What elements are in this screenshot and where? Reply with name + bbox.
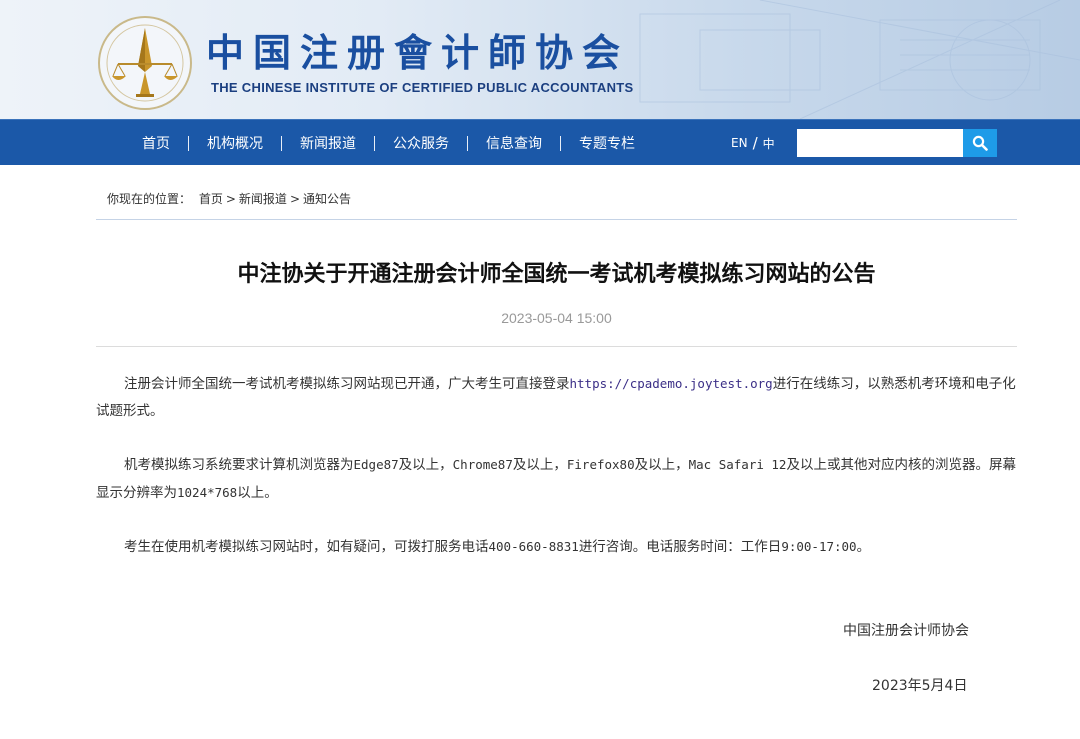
paragraph-text: 以上。 — [237, 485, 278, 501]
nav-item-public-services[interactable]: 公众服务 — [377, 133, 465, 153]
nav-list: 首页 机构概况 新闻报道 公众服务 信息查询 专题专栏 — [126, 120, 651, 166]
breadcrumb-separator: > — [225, 192, 236, 206]
paragraph-text: 及以上， — [634, 457, 689, 473]
paragraph-text: Edge87 — [353, 457, 399, 472]
search-button[interactable] — [963, 129, 997, 157]
site-header: 中国注册會计師协会 THE CHINESE INSTITUTE OF CERTI… — [0, 0, 1080, 119]
breadcrumb-separator: > — [289, 192, 300, 206]
nav-separator — [281, 135, 282, 151]
paragraph-text: 机考模拟练习系统要求计算机浏览器为 — [124, 457, 354, 473]
search-box — [797, 129, 997, 157]
brand-name-chinese: 中国注册會计師协会 — [206, 30, 630, 75]
main-navigation: 首页 机构概况 新闻报道 公众服务 信息查询 专题专栏 EN / 中 — [0, 119, 1080, 165]
brand-name-english: THE CHINESE INSTITUTE OF CERTIFIED PUBLI… — [211, 80, 634, 95]
breadcrumb-link-news[interactable]: 新闻报道 — [239, 192, 287, 206]
paragraph-text: 9:00-17:00 — [781, 539, 857, 554]
nav-item-news[interactable]: 新闻报道 — [284, 133, 372, 153]
paragraph-text: 。 — [856, 539, 871, 555]
breadcrumb-link-notices[interactable]: 通知公告 — [303, 192, 351, 206]
paragraph-text: 考生在使用机考模拟练习网站时，如有疑问，可拨打服务电话 — [124, 539, 489, 555]
article-body: 注册会计师全国统一考试机考模拟练习网站现已开通，广大考生可直接登录https:/… — [96, 370, 1017, 587]
lang-separator: / — [752, 134, 758, 152]
paragraph-text: 及以上， — [512, 457, 567, 473]
article-title: 中注协关于开通注册会计师全国统一考试机考模拟练习网站的公告 — [237, 262, 876, 287]
article-paragraph: 考生在使用机考模拟练习网站时，如有疑问，可拨打服务电话400-660-8831进… — [96, 533, 1017, 561]
nav-item-info-query[interactable]: 信息查询 — [470, 133, 558, 153]
paragraph-text: 400-660-8831 — [488, 539, 579, 554]
title-divider — [96, 346, 1017, 347]
search-input[interactable] — [797, 129, 963, 157]
cicpa-logo[interactable] — [96, 14, 194, 112]
breadcrumb-divider — [96, 219, 1017, 220]
practice-site-link[interactable]: https://cpademo.joytest.org — [570, 376, 773, 391]
signature-date: 2023年5月4日 — [872, 678, 968, 694]
article-paragraph: 机考模拟练习系统要求计算机浏览器为Edge87及以上，Chrome87及以上，F… — [96, 451, 1017, 507]
nav-item-special-topics[interactable]: 专题专栏 — [563, 133, 651, 153]
lang-en-link[interactable]: EN — [731, 136, 748, 150]
article-paragraph: 注册会计师全国统一考试机考模拟练习网站现已开通，广大考生可直接登录https:/… — [96, 370, 1017, 425]
nav-item-about[interactable]: 机构概况 — [191, 133, 279, 153]
article-date: 2023-05-04 15:00 — [501, 310, 612, 326]
paragraph-text: 及以上， — [398, 457, 453, 473]
breadcrumb: 你现在的位置： 首页 > 新闻报道 > 通知公告 — [107, 190, 351, 207]
nav-separator — [188, 135, 189, 151]
paragraph-text: 1024*768 — [177, 485, 238, 500]
nav-separator — [374, 135, 375, 151]
signature-organization: 中国注册会计师协会 — [843, 623, 969, 639]
search-icon — [972, 135, 988, 151]
nav-separator — [560, 135, 561, 151]
paragraph-text: Firefox80 — [566, 457, 635, 472]
breadcrumb-link-home[interactable]: 首页 — [199, 192, 223, 206]
paragraph-text: 注册会计师全国统一考试机考模拟练习网站现已开通，广大考生可直接登录 — [124, 376, 570, 392]
language-switcher: EN / 中 — [731, 120, 775, 166]
nav-separator — [467, 135, 468, 151]
paragraph-text: Chrome87 — [452, 457, 513, 472]
paragraph-text: 进行咨询。电话服务时间：工作日 — [578, 539, 782, 555]
paragraph-text: Mac Safari 12 — [688, 457, 787, 472]
nav-item-home[interactable]: 首页 — [126, 133, 186, 153]
breadcrumb-prefix: 你现在的位置： — [107, 192, 192, 206]
lang-zh-link[interactable]: 中 — [763, 135, 775, 152]
